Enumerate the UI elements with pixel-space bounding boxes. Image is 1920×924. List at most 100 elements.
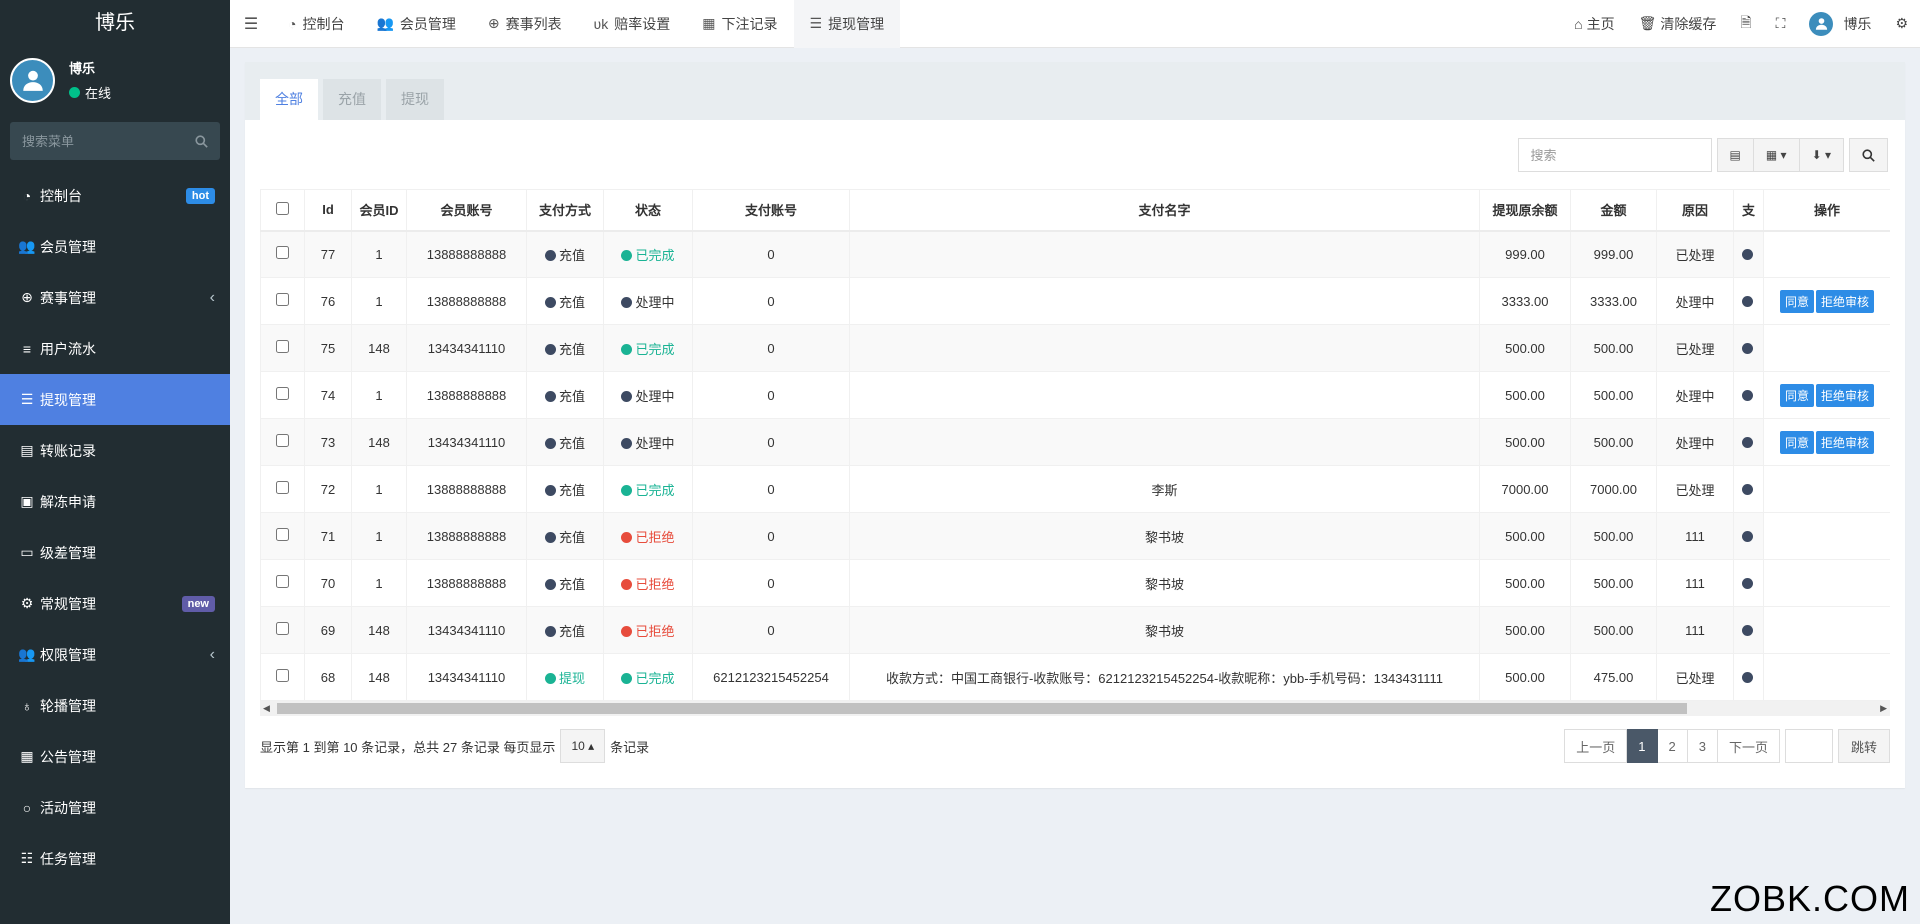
row-checkbox[interactable] [276,434,289,447]
sidebar-item-8[interactable]: ⚙ 常规管理 new [0,578,230,629]
panel-tab-2[interactable]: 提现 [386,79,444,120]
menu-search-input[interactable] [22,133,182,149]
cell-member-id: 1 [351,465,407,513]
sidebar-item-7[interactable]: ▭ 级差管理 [0,527,230,578]
menu-toggle-icon[interactable]: ☰ [230,0,272,48]
cell-extra [1733,371,1764,419]
export-button[interactable]: ⬇ ▾ [1799,138,1844,172]
status-dot-icon [544,296,556,308]
row-checkbox[interactable] [276,575,289,588]
sidebar-item-5[interactable]: ▤ 转账记录 [0,425,230,476]
settings-button[interactable]: ⚙ [1883,0,1920,48]
sidebar-item-1[interactable]: 👥 会员管理 [0,221,230,272]
panel-tab-1[interactable]: 充值 [323,79,381,120]
user-menu[interactable]: 博乐 [1797,0,1883,48]
sidebar-item-2[interactable]: ⊕ 赛事管理 ‹ [0,272,230,323]
select-all-cell [260,189,305,232]
column-header[interactable]: 支付方式 [526,189,604,232]
row-checkbox[interactable] [276,669,289,682]
next-page-button[interactable]: 下一页 [1717,729,1780,763]
sidebar-item-6[interactable]: ▣ 解冻申请 [0,476,230,527]
top-tab-5[interactable]: ☰ 提现管理 [793,0,901,48]
column-header[interactable]: 支付账号 [692,189,850,232]
brand-logo[interactable]: 博乐 [0,0,230,46]
horizontal-scrollbar[interactable]: ◀ ▶ [260,701,1890,716]
pagination-info: 显示第 1 到第 10 条记录，总共 27 条记录 每页显示 10 ▴ 条记录 [260,729,649,763]
column-header[interactable]: 原因 [1656,189,1734,232]
column-header[interactable]: 支付名字 [849,189,1480,232]
column-header[interactable]: 状态 [603,189,693,232]
fullscreen-button[interactable]: ⛶ [1764,0,1798,48]
home-link[interactable]: ⌂ 主页 [1562,0,1626,48]
table-row: 74 1 13888888888 充值 处理中 0 500.00 500.00 处理中 同意 拒绝审… [260,371,1890,419]
top-tab-2[interactable]: ⊕ 赛事列表 [472,0,578,48]
image-icon: ▣ [20,493,34,509]
columns-button[interactable]: ▦ ▾ [1753,138,1800,172]
sidebar-item-9[interactable]: 👥 权限管理 ‹ [0,629,230,680]
column-header[interactable]: 操作 [1763,189,1890,232]
search-button[interactable] [1849,138,1888,172]
scrollbar-thumb[interactable] [277,703,1687,714]
page-jump-button[interactable]: 跳转 [1837,729,1890,763]
toggle-view-button[interactable]: ▤ [1716,138,1754,172]
row-checkbox[interactable] [276,340,289,353]
cell-pay-name [849,324,1480,372]
reject-button[interactable]: 拒绝审核 [1816,383,1875,407]
sidebar-item-0[interactable]: ◔ 控制台 hot [0,170,230,221]
select-all-checkbox[interactable] [276,201,289,215]
column-header[interactable]: 金额 [1570,189,1657,232]
row-checkbox[interactable] [276,387,289,400]
column-header[interactable]: 会员账号 [406,189,527,232]
search-icon[interactable] [195,134,208,148]
cell-operations: 同意 拒绝审核 [1763,371,1890,419]
sidebar-item-12[interactable]: ○ 活动管理 [0,782,230,833]
translate-button[interactable]: 🗎 [1728,0,1763,48]
column-header[interactable]: Id [304,189,352,232]
sidebar-item-10[interactable]: ♁ 轮播管理 [0,680,230,731]
status-badge: 已拒绝 [635,576,675,592]
table-row: 75 148 13434341110 充值 已完成 0 500.00 500.00 已处理 [260,324,1890,372]
status-dot-icon [1741,342,1753,354]
page-size-select[interactable]: 10 ▴ [560,729,606,763]
row-checkbox[interactable] [276,246,289,260]
sidebar-item-4[interactable]: ☰ 提现管理 [0,374,230,425]
sidebar-item-3[interactable]: ≡ 用户流水 [0,323,230,374]
sidebar-item-13[interactable]: ☷ 任务管理 [0,833,230,884]
sidebar-item-11[interactable]: ▦ 公告管理 [0,731,230,782]
top-tab-3[interactable]: ʋk 赔率设置 [578,0,687,48]
scroll-right-icon[interactable]: ▶ [1880,701,1887,716]
clear-cache-button[interactable]: 🗑 清除缓存 [1627,0,1729,48]
reject-button[interactable]: 拒绝审核 [1816,430,1875,454]
cell-amount: 500.00 [1570,324,1657,372]
approve-button[interactable]: 同意 [1779,430,1814,454]
cell-member-id: 148 [351,418,407,466]
page-button-1[interactable]: 1 [1627,729,1658,763]
row-checkbox[interactable] [276,622,289,635]
panel-tab-0[interactable]: 全部 [260,79,318,120]
row-checkbox[interactable] [276,293,289,306]
cell-balance: 500.00 [1479,324,1571,372]
cell-extra [1733,606,1764,654]
row-checkbox[interactable] [276,481,289,494]
table-search-input[interactable] [1517,138,1712,172]
scroll-left-icon[interactable]: ◀ [263,701,270,716]
top-tab-0[interactable]: ◔ 控制台 [272,0,360,48]
page-jump-input[interactable] [1784,729,1833,763]
reject-button[interactable]: 拒绝审核 [1816,289,1875,313]
cell-member-id: 148 [351,606,407,654]
prev-page-button[interactable]: 上一页 [1564,729,1628,763]
cell-pay-name [849,418,1480,466]
approve-button[interactable]: 同意 [1779,289,1814,313]
cell-status: 处理中 [603,277,693,325]
column-header[interactable]: 会员ID [351,189,407,232]
column-header[interactable]: 支 [1733,189,1764,232]
cell-status: 已完成 [603,230,693,278]
page-button-3[interactable]: 3 [1687,729,1718,763]
page-button-2[interactable]: 2 [1657,729,1688,763]
top-tab-4[interactable]: ▦ 下注记录 [686,0,793,48]
row-checkbox[interactable] [276,528,289,541]
approve-button[interactable]: 同意 [1779,383,1814,407]
top-tab-1[interactable]: 👥 会员管理 [360,0,471,48]
cell-status: 已完成 [603,324,693,372]
column-header[interactable]: 提现原余额 [1479,189,1571,232]
